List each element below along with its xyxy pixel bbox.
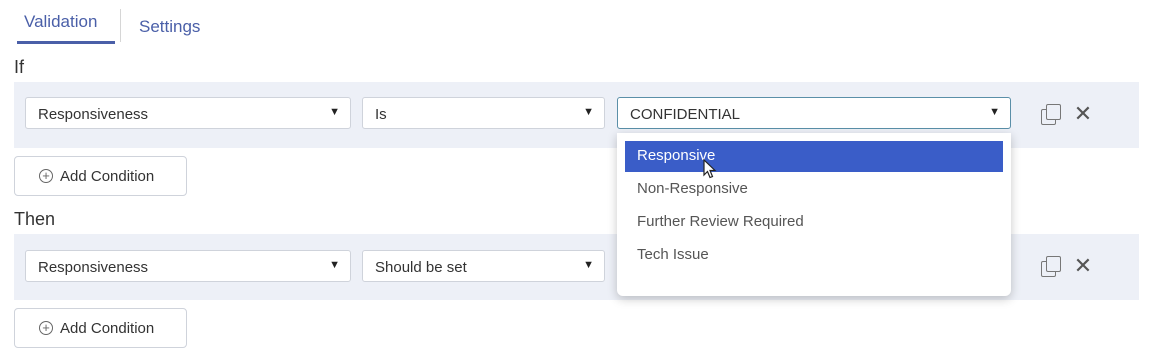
if-field-value: Responsiveness [38,106,149,123]
add-condition-button-then[interactable]: + Add Condition [14,308,187,348]
tab-divider [120,9,121,42]
then-field-select[interactable]: Responsiveness ▼ [25,250,351,282]
add-condition-label: Add Condition [60,320,155,337]
plus-circle-icon: + [39,169,53,183]
add-condition-button-if[interactable]: + Add Condition [14,156,187,196]
then-operator-value: Should be set [375,259,467,276]
if-value-select[interactable]: CONFIDENTIAL ▼ [617,97,1011,129]
plus-circle-icon: + [39,321,53,335]
caret-down-icon: ▼ [583,106,594,118]
tab-settings[interactable]: Settings [139,17,200,37]
if-label: If [14,57,25,77]
mouse-cursor-icon [703,159,717,179]
close-icon[interactable]: ✕ [1072,255,1094,277]
then-label: Then [14,209,56,229]
close-icon[interactable]: ✕ [1072,103,1094,125]
if-value-value: CONFIDENTIAL [630,106,741,123]
dropdown-option[interactable]: Non-Responsive [625,174,1003,205]
dropdown-option[interactable]: Responsive [625,141,1003,172]
value-dropdown-menu: Responsive Non-Responsive Further Review… [617,133,1011,296]
dropdown-option[interactable]: Tech Issue [625,240,1003,271]
copy-icon[interactable] [1039,103,1061,125]
copy-icon[interactable] [1039,255,1061,277]
if-operator-value: Is [375,106,387,123]
dropdown-option[interactable]: Further Review Required [625,207,1003,238]
caret-down-icon: ▼ [583,259,594,271]
active-tab-indicator [17,41,115,44]
then-field-value: Responsiveness [38,259,149,276]
if-operator-select[interactable]: Is ▼ [362,97,605,129]
add-condition-label: Add Condition [60,168,155,185]
then-operator-select[interactable]: Should be set ▼ [362,250,605,282]
caret-down-icon: ▼ [989,106,1000,118]
if-field-select[interactable]: Responsiveness ▼ [25,97,351,129]
tab-validation[interactable]: Validation [24,12,97,32]
tab-bar: Validation Settings [0,0,1175,46]
caret-down-icon: ▼ [329,259,340,271]
caret-down-icon: ▼ [329,106,340,118]
